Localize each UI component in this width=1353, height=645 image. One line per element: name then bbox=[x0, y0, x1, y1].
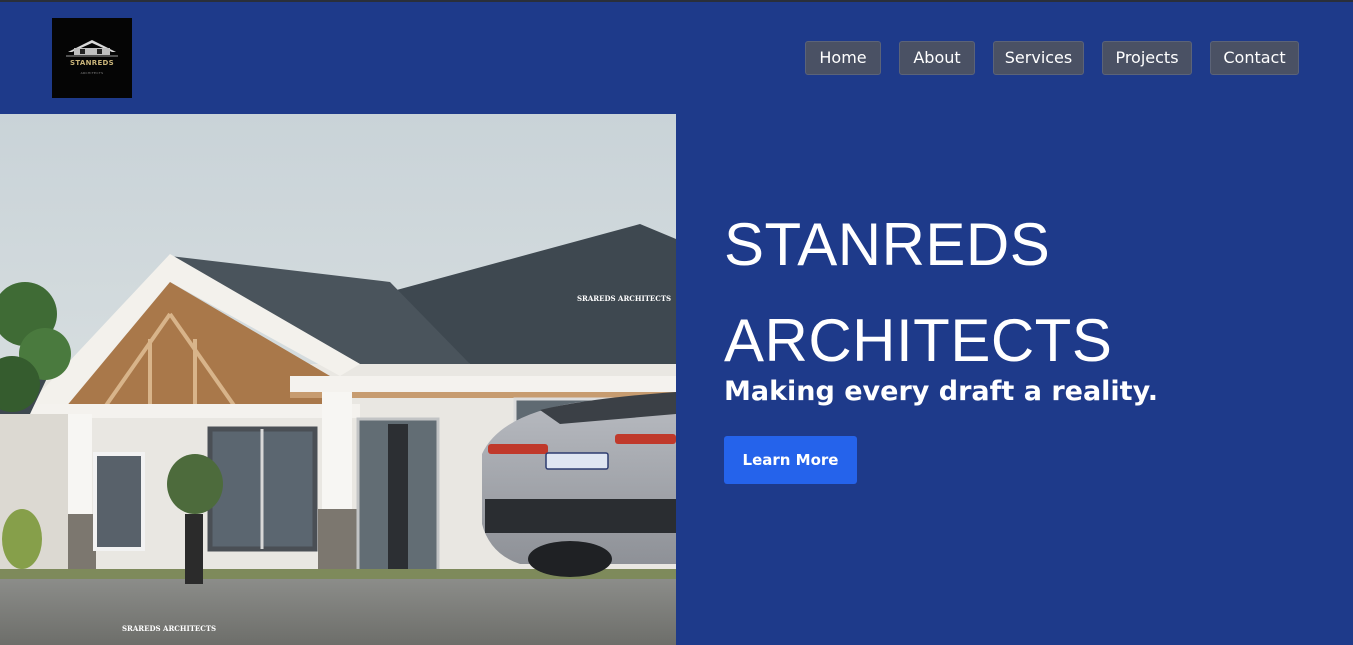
hero-title-line1: STANREDS bbox=[724, 211, 1051, 278]
nav-home-button[interactable]: Home bbox=[805, 41, 881, 75]
hero-title: STANREDS ARCHITECTS bbox=[724, 197, 1112, 389]
nav-contact-button[interactable]: Contact bbox=[1210, 41, 1299, 75]
nav-projects-button[interactable]: Projects bbox=[1102, 41, 1192, 75]
house-render-illustration: SRAREDS ARCHITECTS SRAREDS ARCHITECTS bbox=[0, 114, 676, 645]
hero-title-line2: ARCHITECTS bbox=[724, 307, 1113, 374]
main-nav: Home About Services Projects Contact bbox=[0, 41, 1353, 77]
hero-tagline: Making every draft a reality. bbox=[724, 376, 1158, 407]
nav-about-button[interactable]: About bbox=[899, 41, 975, 75]
learn-more-button[interactable]: Learn More bbox=[724, 436, 857, 484]
nav-services-button[interactable]: Services bbox=[993, 41, 1084, 75]
hero-copy: STANREDS ARCHITECTS Making every draft a… bbox=[724, 114, 1344, 645]
image-watermark-top: SRAREDS ARCHITECTS bbox=[577, 294, 671, 303]
image-watermark-bottom: SRAREDS ARCHITECTS bbox=[122, 624, 216, 633]
hero-house-image: SRAREDS ARCHITECTS SRAREDS ARCHITECTS bbox=[0, 114, 676, 645]
site-header: STANREDS ARCHITECTS Home About Services … bbox=[0, 2, 1353, 114]
